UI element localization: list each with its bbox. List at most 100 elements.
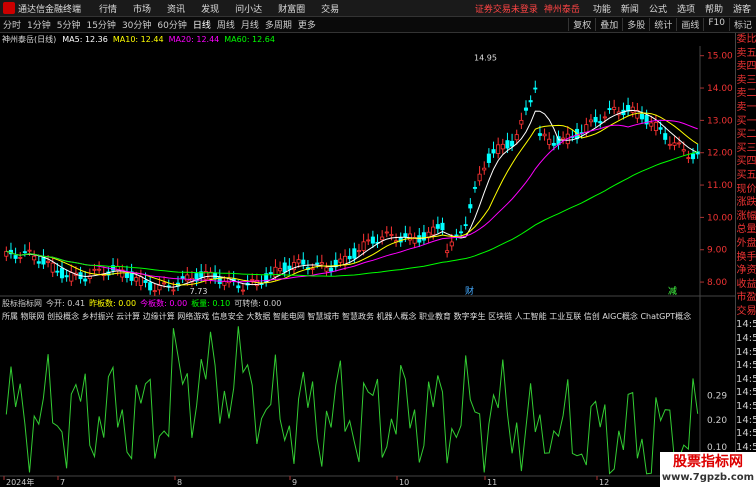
candle-body [124,272,129,278]
sidebar-item[interactable]: 14:50 [736,414,756,428]
date-tick-label: 2024年 [6,477,34,487]
sidebar-item[interactable]: 买一 [736,115,756,129]
chart-canvas[interactable]: 15.00 14.00 13.00 12.00 11.00 10.00 9.00 8.00 14… [0,0,735,487]
date-tick-label: 8 [177,478,182,487]
candle-body [588,119,593,123]
candle-body [459,231,464,234]
sidebar-item[interactable]: 涨跌 [736,196,756,210]
candle-body [46,260,51,263]
sidebar-item[interactable]: 净资 [736,264,756,278]
candle-body [505,140,510,149]
user-label[interactable]: 游客 [733,2,751,15]
sidebar-item[interactable]: 现价 [736,183,756,197]
ma5-line [6,109,698,288]
candle-body [162,282,167,285]
watermark-line1: 股票指标网 [673,454,743,470]
sidebar-item[interactable]: 14:50 [736,386,756,400]
sidebar-item[interactable]: 卖一 [736,101,756,115]
candle-body [222,280,227,286]
sidebar-item[interactable]: 14:50 [736,359,756,373]
sidebar-item[interactable]: 卖三 [736,74,756,88]
sidebar-item[interactable]: 卖五 [736,47,756,61]
candle-body [319,262,324,265]
candle-body [296,259,301,264]
candle-body [273,266,278,278]
candle-body [250,279,255,281]
candle-body [171,289,176,292]
date-tick-label: 9 [292,478,297,487]
sidebar-item[interactable]: 换手 [736,251,756,265]
sidebar-item[interactable]: 总量 [736,223,756,237]
candle-body [83,278,88,282]
candle-body [370,236,375,244]
date-tick-label: 7 [60,478,65,487]
date-tick-label: 10 [399,478,409,487]
sidebar-item[interactable]: 14:50 [736,400,756,414]
sidebar-item[interactable]: 14:50 [736,373,756,387]
sidebar-item[interactable]: 14:50 [736,346,756,360]
price-tick-label: 11.00 [707,181,733,191]
watermark: 股票指标网 www.7gpzb.com [660,452,756,487]
date-tick-label: 11 [487,478,497,487]
candle-body [287,265,292,270]
quote-sidebar: 委比 卖五 卖四 卖三 卖二 卖一 买一 买二 买三 买四 买五 现价 涨跌 涨幅 总量 外盘 换手 净资 收益 市盈… [735,33,756,487]
candle-body [658,127,663,130]
candle-body [667,143,672,146]
sidebar-item[interactable]: 14:50 [736,318,756,332]
candle-body [602,116,607,119]
candle-body [477,173,482,182]
candle-body [463,224,468,227]
sidebar-item[interactable]: 14:50 [736,427,756,441]
candle-body [278,268,283,272]
candle-body [639,113,645,120]
ma20-line [6,119,698,283]
candle-body [18,256,23,259]
candle-body [435,224,440,229]
candle-body [403,233,408,238]
sidebar-item[interactable]: 收益 [736,278,756,292]
candle-body [143,280,148,283]
candle-body [691,153,696,160]
date-tick-label: 12 [599,478,609,487]
candle-body [380,236,385,241]
candle-body [41,256,46,265]
sidebar-item[interactable]: 买二 [736,128,756,142]
candle-body [268,272,273,274]
price-tick-label: 14.00 [707,84,733,94]
price-tick-label: 10.00 [707,213,733,223]
candle-body [301,259,306,265]
candle-body [491,149,496,154]
candle-body [551,142,556,146]
sidebar-item[interactable]: 买三 [736,142,756,156]
candle-body [468,204,473,209]
candle-body [537,133,542,136]
sidebar-item[interactable]: 涨幅 [736,210,756,224]
sidebar-item[interactable]: 市盈 [736,291,756,305]
candle-body [97,268,102,271]
candle-body [347,255,352,260]
candle-body [92,268,97,271]
candle-body [612,106,617,110]
sidebar-item[interactable]: 委比 [736,33,756,47]
candle-body [421,232,426,241]
sidebar-item[interactable]: 外盘 [736,237,756,251]
candle-body [27,249,32,252]
candle-body [547,138,552,145]
candle-body [542,133,547,137]
candle-body [152,290,157,293]
price-tick-label: 8.00 [707,278,727,288]
sidebar-item[interactable]: 14:50 [736,332,756,346]
candle-body [630,106,635,113]
candle-body [445,250,450,254]
sidebar-item[interactable]: 交易 [736,305,756,319]
candle-body [593,116,598,123]
sidebar-item[interactable]: 卖四 [736,60,756,74]
sidebar-item[interactable]: 买四 [736,155,756,169]
candle-body [533,87,538,90]
candle-body [514,134,519,141]
sub-indicator-line [5,326,699,475]
candle-body [236,285,241,289]
sidebar-item[interactable]: 卖二 [736,87,756,101]
ma60-line [6,151,698,277]
sidebar-item[interactable]: 买五 [736,169,756,183]
